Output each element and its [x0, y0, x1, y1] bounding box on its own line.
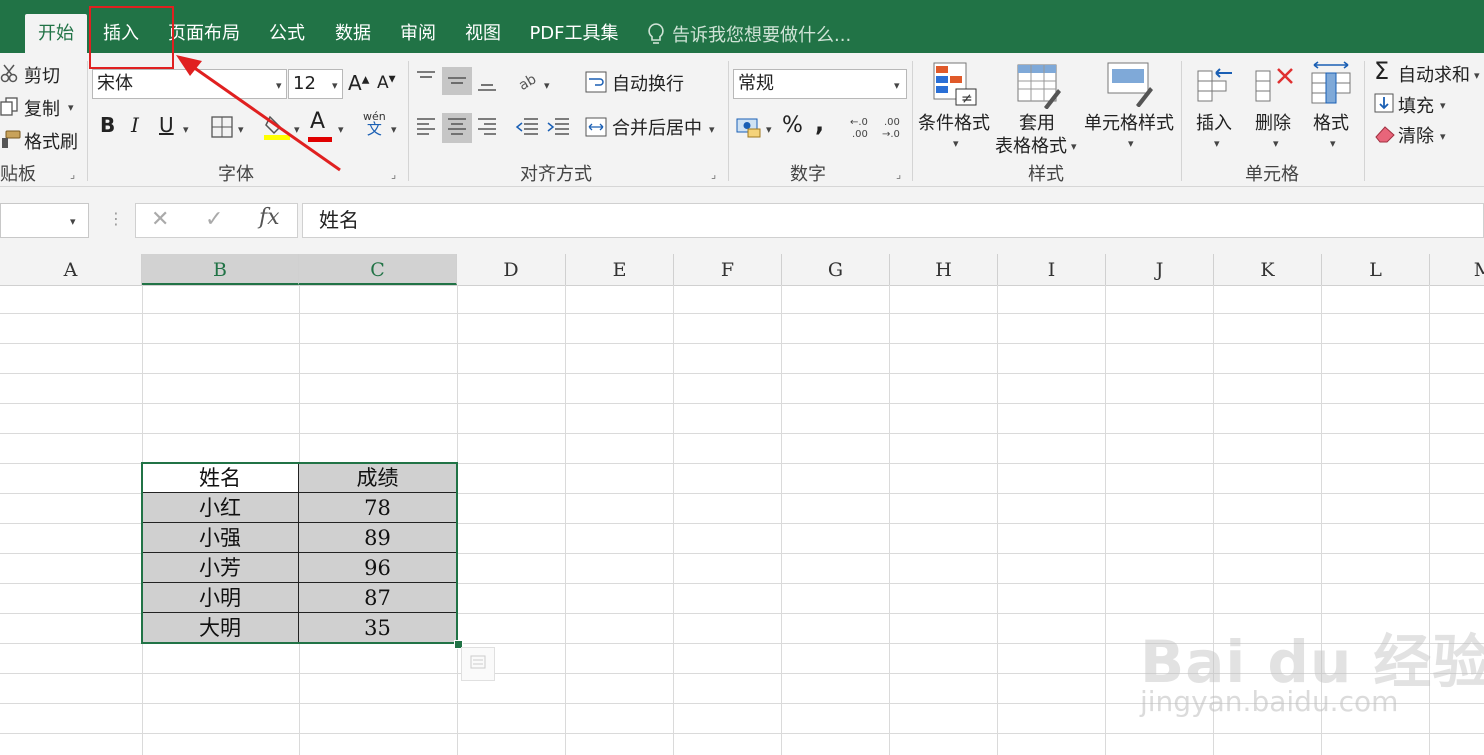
annotation-arrow-icon — [176, 55, 341, 172]
